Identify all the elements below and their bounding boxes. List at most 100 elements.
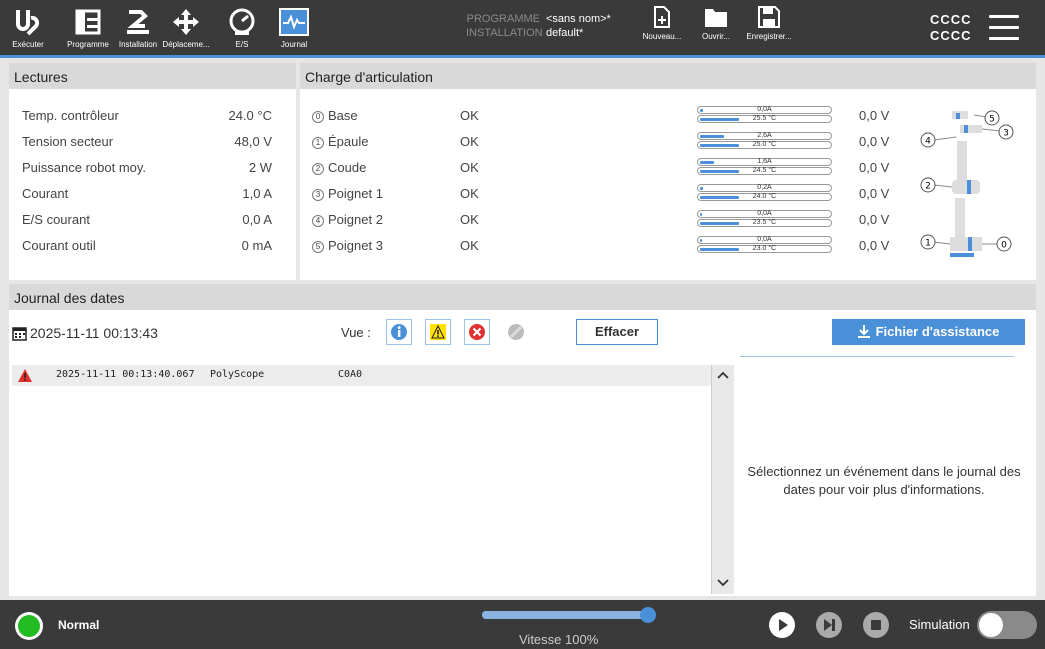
joint-name: Poignet 1 — [328, 186, 383, 201]
open-button[interactable]: Ouvrir... — [690, 6, 742, 41]
simulation-label: Simulation — [909, 617, 970, 632]
reading-row: E/S courant 0,0 A — [22, 212, 272, 227]
reading-value: 0 mA — [241, 238, 272, 253]
joint-bars: 1,6A 24.5 °C — [697, 158, 832, 176]
clear-button[interactable]: Effacer — [576, 319, 658, 345]
joint-temp-fill — [700, 222, 740, 225]
log-scrollbar[interactable] — [711, 365, 734, 594]
user-line-1: CCCC — [930, 12, 972, 27]
detail-divider — [740, 356, 1014, 357]
speed-slider[interactable] — [482, 607, 656, 623]
joint-status: OK — [460, 186, 479, 201]
joint-current-bar: 0,0A — [697, 210, 832, 218]
reading-value: 1,0 A — [242, 186, 272, 201]
save-disk-icon — [758, 6, 780, 28]
calendar-icon — [12, 327, 27, 341]
diagram-label: 0 — [1001, 241, 1007, 251]
user-label: CCCC CCCC — [930, 12, 972, 44]
save-button[interactable]: Enregistrer... — [738, 6, 800, 41]
log-toolbar: 2025-11-11 00:13:43 Vue : Effacer Fichie… — [12, 318, 1032, 352]
joint-current-bar: 0,2A — [697, 184, 832, 192]
joint-row: 1 Épaule OK 2,6A 25.0 °C 0,0 V — [312, 132, 892, 154]
support-file-button[interactable]: Fichier d'assistance — [832, 319, 1025, 345]
open-button-label: Ouvrir... — [701, 32, 730, 41]
joint-name: Poignet 3 — [328, 238, 383, 253]
joint-current-fill — [700, 187, 703, 190]
filter-warning-button[interactable] — [425, 319, 451, 345]
program-key: PROGRAMME — [466, 13, 540, 25]
chevron-down-icon[interactable] — [717, 579, 729, 587]
speed-slider-fill — [482, 611, 652, 619]
filter-info-button[interactable] — [386, 319, 412, 345]
nav-log[interactable]: Journal — [276, 0, 312, 58]
diagram-label: 4 — [925, 137, 931, 147]
joint-current-fill — [700, 161, 715, 164]
joint-row: 3 Poignet 1 OK 0,2A 24.0 °C 0,0 V — [312, 184, 892, 206]
joint-current-bar: 0,0A — [697, 106, 832, 114]
log-list[interactable]: 2025-11-11 00:13:40.067 PolyScope C0A0 — [12, 365, 711, 594]
joint-row: 0 Base OK 0,0A 25.5 °C 0,0 V — [312, 106, 892, 128]
new-file-icon — [654, 6, 670, 28]
reading-row: Tension secteur 48,0 V — [22, 134, 272, 149]
joint-current: 0,0A — [757, 106, 772, 113]
robot-diagram: 5 3 4 2 1 0 — [920, 110, 1014, 257]
download-icon — [857, 325, 870, 338]
nav-installation[interactable]: Installation — [118, 0, 158, 58]
nav-io[interactable]: E/S — [222, 0, 262, 58]
joint-bars: 0,0A 23.0 °C — [697, 236, 832, 254]
joint-current: 0,0A — [757, 210, 772, 217]
status-indicator-icon[interactable] — [13, 610, 45, 642]
reading-label: Courant outil — [22, 238, 96, 253]
program-tree-icon — [68, 6, 108, 38]
reading-row: Courant outil 0 mA — [22, 238, 272, 253]
diagram-label: 2 — [925, 182, 931, 192]
joint-current: 0,2A — [757, 184, 772, 191]
reading-row: Courant 1,0 A — [22, 186, 272, 201]
log-entry-row[interactable]: 2025-11-11 00:13:40.067 PolyScope C0A0 — [12, 365, 711, 386]
joint-temp-bar: 25.5 °C — [697, 115, 832, 123]
joint-current-fill — [700, 239, 702, 242]
nav-run[interactable]: Exécuter — [8, 0, 48, 58]
hamburger-menu-icon[interactable] — [989, 15, 1019, 48]
simulation-toggle[interactable] — [977, 611, 1037, 639]
nav-move[interactable]: Déplaceme... — [162, 0, 210, 58]
reading-value: 2 W — [248, 160, 272, 175]
filter-error-button[interactable] — [464, 319, 490, 345]
joint-voltage: 0,0 V — [859, 238, 890, 253]
joint-status: OK — [460, 212, 479, 227]
stop-button[interactable] — [862, 611, 890, 639]
chevron-up-icon[interactable] — [717, 371, 729, 379]
joint-voltage: 0,0 V — [859, 212, 890, 227]
joint-temp-fill — [700, 196, 740, 199]
joint-name: Base — [328, 108, 358, 123]
joint-temp-bar: 23.0 °C — [697, 245, 832, 253]
filter-disabled-button[interactable] — [503, 319, 529, 345]
joint-number: 1 — [312, 137, 324, 149]
reading-label: Tension secteur — [22, 134, 114, 149]
joint-current-fill — [700, 135, 724, 138]
installation-value: default* — [546, 27, 584, 39]
installation-key: INSTALLATION — [466, 27, 543, 39]
joint-temp-bar: 25.0 °C — [697, 141, 832, 149]
joint-temp-bar: 23.5 °C — [697, 219, 832, 227]
joint-temp: 24.0 °C — [752, 193, 777, 200]
nav-program-label: Programme — [67, 40, 109, 49]
joint-temp-bar: 24.5 °C — [697, 167, 832, 175]
simulation-toggle-knob — [979, 613, 1003, 637]
joint-current-bar: 1,6A — [697, 158, 832, 166]
speed-slider-handle[interactable] — [640, 607, 656, 623]
play-button[interactable] — [768, 611, 796, 639]
new-button[interactable]: Nouveau... — [636, 6, 688, 41]
new-button-label: Nouveau... — [642, 32, 682, 41]
nav-program[interactable]: Programme — [58, 0, 118, 58]
reading-label: Puissance robot moy. — [22, 160, 147, 175]
step-button[interactable] — [815, 611, 843, 639]
warning-icon — [430, 324, 446, 340]
nav-run-label: Exécuter — [12, 40, 44, 49]
nav-log-label: Journal — [280, 40, 308, 49]
joint-bars: 0,2A 24.0 °C — [697, 184, 832, 202]
joint-status: OK — [460, 160, 479, 175]
joint-load-title: Charge d'articulation — [300, 63, 1036, 89]
readings-title: Lectures — [9, 63, 296, 89]
detail-placeholder: Sélectionnez un événement dans le journa… — [747, 464, 1021, 497]
